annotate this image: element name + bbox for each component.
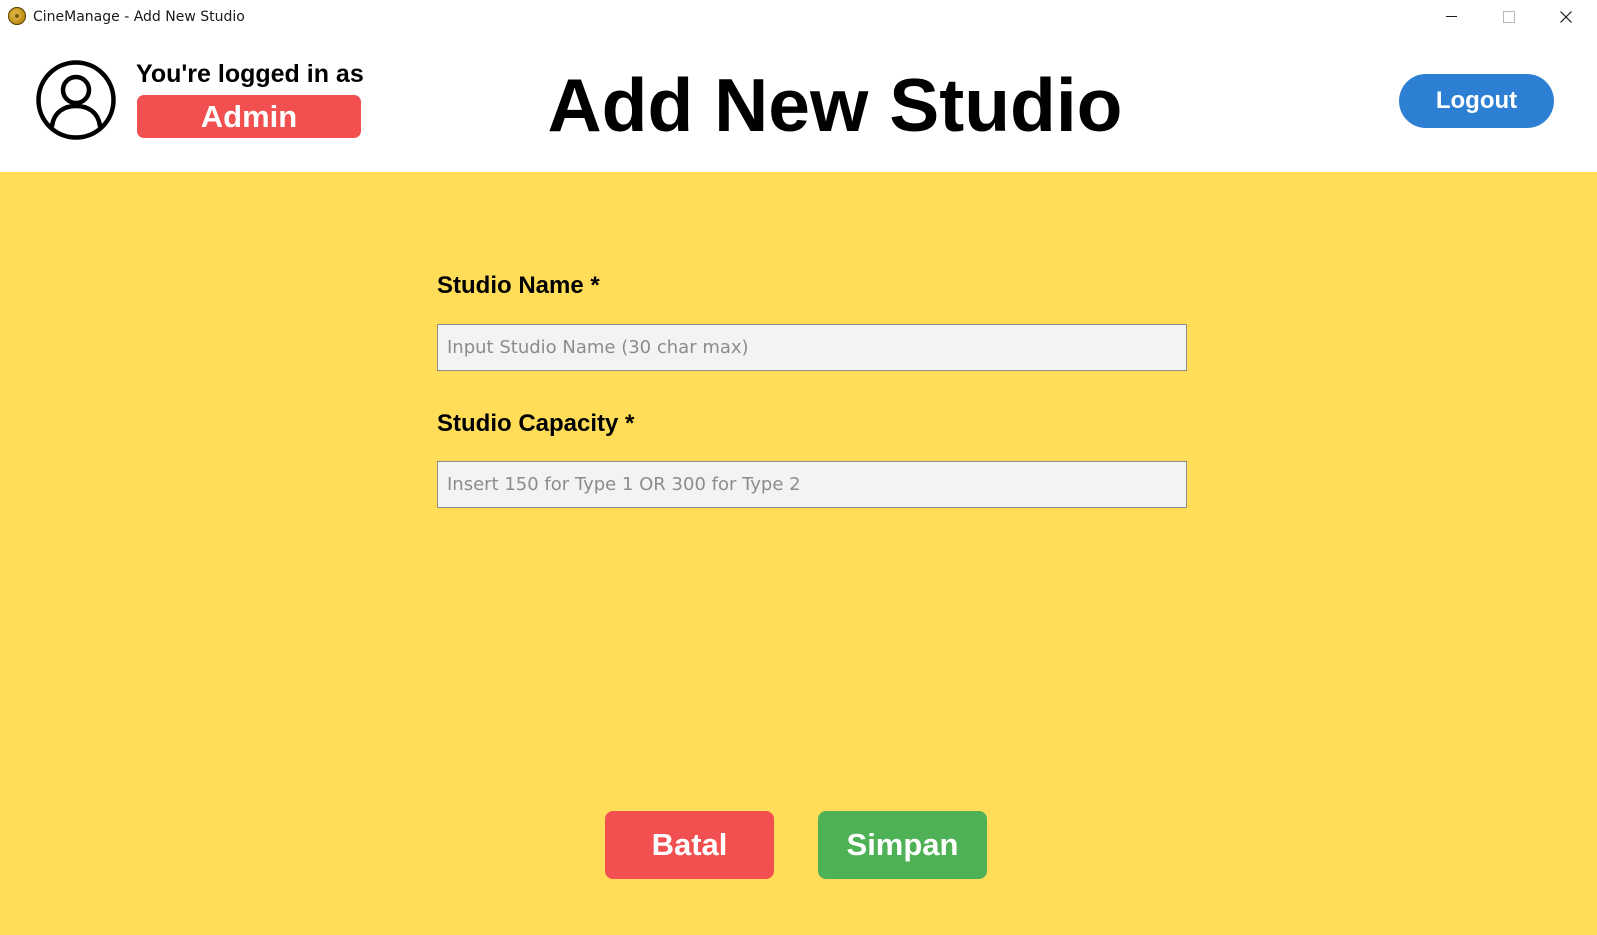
studio-name-label: Studio Name * [437, 272, 600, 299]
close-icon [1560, 11, 1572, 23]
form-panel: Studio Name * Studio Capacity * Batal Si… [0, 172, 1597, 935]
user-circle-icon [36, 60, 116, 140]
logout-button[interactable]: Logout [1399, 74, 1554, 128]
role-badge: Admin [137, 95, 361, 138]
film-reel-icon [8, 7, 26, 25]
maximize-button[interactable] [1481, 0, 1537, 34]
logged-in-label: You're logged in as [136, 60, 364, 88]
studio-name-input[interactable] [437, 324, 1187, 371]
close-button[interactable] [1538, 0, 1594, 34]
minimize-button[interactable] [1424, 0, 1480, 34]
page-title: Add New Studio [547, 63, 1123, 147]
studio-capacity-input[interactable] [437, 461, 1187, 508]
cancel-button[interactable]: Batal [605, 811, 774, 879]
studio-capacity-label: Studio Capacity * [437, 410, 635, 437]
page-header: You're logged in as Admin Add New Studio… [0, 34, 1597, 172]
title-bar: CineManage - Add New Studio [0, 0, 1597, 34]
save-button[interactable]: Simpan [818, 811, 987, 879]
app-window: CineManage - Add New Studio You're logge… [0, 0, 1597, 935]
window-title: CineManage - Add New Studio [33, 9, 245, 25]
